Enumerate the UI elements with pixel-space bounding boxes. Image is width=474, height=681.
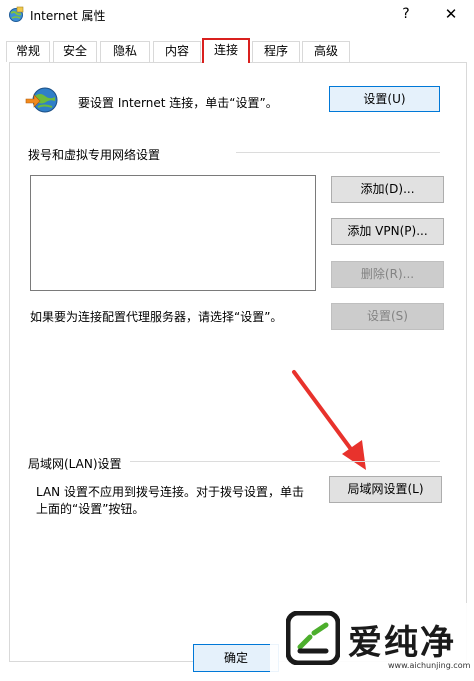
title-bar: Internet 属性 ? ✕	[0, 0, 474, 30]
tab-advanced[interactable]: 高级	[302, 41, 350, 62]
connections-listbox[interactable]	[30, 175, 316, 291]
internet-options-icon	[9, 6, 24, 22]
tab-privacy[interactable]: 隐私	[100, 41, 150, 62]
dialup-group-title: 拨号和虚拟专用网络设置	[28, 148, 161, 162]
proxy-instruction: 如果要为连接配置代理服务器，请选择“设置”。	[30, 310, 283, 324]
tab-content[interactable]: 内容	[153, 41, 201, 62]
globe-connection-icon	[25, 87, 58, 113]
tab-strip: 常规 安全 隐私 内容 连接 程序 高级	[6, 38, 466, 63]
lan-description-line-1: LAN 设置不应用到拨号连接。对于拨号设置，单击	[36, 485, 304, 499]
add-button[interactable]: 添加(D)...	[331, 176, 444, 203]
setup-instruction: 要设置 Internet 连接，单击“设置”。	[78, 96, 278, 110]
lan-group-divider	[130, 461, 440, 462]
delete-button[interactable]: 删除(R)...	[331, 261, 444, 288]
tab-security[interactable]: 安全	[53, 41, 97, 62]
help-button[interactable]: ?	[392, 2, 420, 26]
ok-button[interactable]: 确定	[193, 644, 279, 672]
watermark-logo-icon	[286, 611, 340, 665]
tab-general[interactable]: 常规	[6, 41, 50, 62]
watermark-name: 爱纯净	[348, 623, 456, 663]
lan-description: LAN 设置不应用到拨号连接。对于拨号设置，单击 上面的“设置”按钮。	[36, 484, 316, 518]
setup-button[interactable]: 设置(U)	[329, 86, 440, 112]
lan-group-title: 局域网(LAN)设置	[28, 457, 122, 471]
lan-description-line-2: 上面的“设置”按钮。	[36, 502, 145, 516]
annotation-arrow-icon	[292, 370, 366, 470]
watermark: 爱纯净 www.aichunjing.com	[270, 603, 474, 681]
lan-settings-button[interactable]: 局域网设置(L)	[329, 476, 442, 503]
watermark-url: www.aichunjing.com	[388, 661, 471, 670]
close-button[interactable]: ✕	[434, 2, 468, 26]
window-title: Internet 属性	[30, 9, 106, 23]
dialup-group-divider	[236, 152, 440, 153]
add-vpn-button[interactable]: 添加 VPN(P)...	[331, 218, 444, 245]
tab-programs[interactable]: 程序	[252, 41, 300, 62]
dialup-settings-button[interactable]: 设置(S)	[331, 303, 444, 330]
tab-connections[interactable]: 连接	[202, 38, 250, 63]
